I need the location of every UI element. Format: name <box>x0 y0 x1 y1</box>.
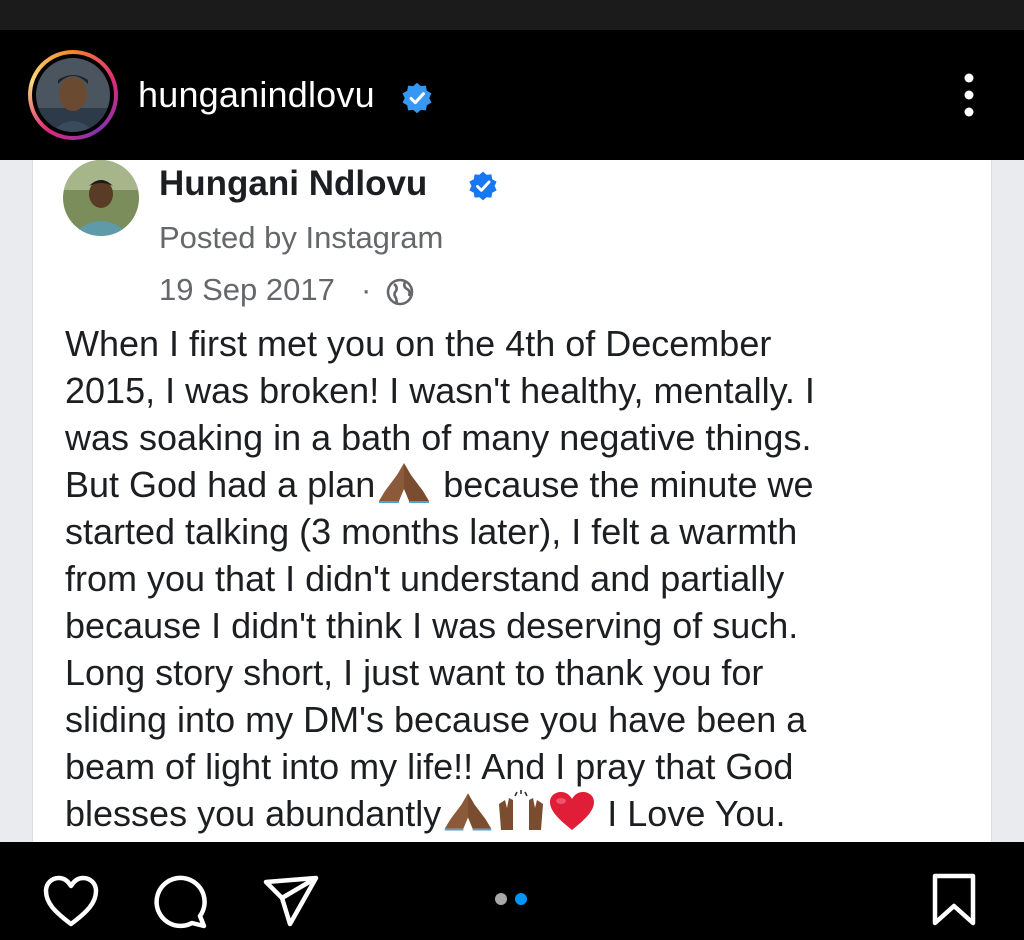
body-line: Long story short, I just want to thank y… <box>65 652 764 693</box>
body-line: But God had a plan because the minute we <box>65 461 965 508</box>
author-name[interactable]: Hungani Ndlovu <box>159 164 427 204</box>
body-text: But God had a plan <box>65 464 376 505</box>
globe-icon <box>386 278 414 306</box>
red-heart-icon <box>550 792 595 830</box>
carousel-indicator <box>495 893 535 907</box>
date-separator: · <box>361 272 372 307</box>
body-text: I Love You. <box>597 793 786 834</box>
comment-icon[interactable] <box>152 874 210 930</box>
body-line: because I didn't think I was deserving o… <box>65 605 799 646</box>
verified-badge-icon <box>469 171 497 201</box>
body-text: because the minute we <box>433 464 814 505</box>
body-line: started talking (3 months later), I felt… <box>65 511 798 552</box>
body-line: from you that I didn't understand and pa… <box>65 558 785 599</box>
post-header: hunganindlovu <box>0 30 1024 160</box>
more-vertical-icon[interactable] <box>952 70 986 120</box>
post-date: 19 Sep 2017 <box>159 272 335 307</box>
body-line: blesses you abundantly I Love You. <box>65 790 965 837</box>
bookmark-icon[interactable] <box>930 872 978 928</box>
body-line: beam of light into my life!! And I pray … <box>65 746 794 787</box>
body-line: was soaking in a bath of many negative t… <box>65 417 812 458</box>
raised-hands-icon <box>499 790 544 830</box>
body-line: 2015, I was broken! I wasn't healthy, me… <box>65 370 815 411</box>
body-text: blesses you abundantly <box>65 793 442 834</box>
facebook-post-card: Hungani Ndlovu Posted by Instagram 19 Se… <box>32 160 992 842</box>
post-action-bar <box>0 842 1024 940</box>
post-body: When I first met you on the 4th of Decem… <box>65 320 965 837</box>
body-line: When I first met you on the 4th of Decem… <box>65 323 772 364</box>
praying-hands-icon <box>379 463 430 503</box>
posted-by-label: Posted by Instagram <box>159 220 444 255</box>
send-icon[interactable] <box>262 874 320 930</box>
carousel-dot-active <box>515 893 527 905</box>
heart-icon[interactable] <box>42 874 100 928</box>
body-line: sliding into my DM's because you have be… <box>65 699 807 740</box>
author-avatar <box>63 160 139 236</box>
carousel-dot <box>495 893 507 905</box>
status-bar <box>0 0 1024 30</box>
username[interactable]: hunganindlovu <box>138 74 375 116</box>
verified-badge-icon <box>402 82 432 114</box>
praying-hands-icon <box>444 793 492 831</box>
profile-avatar[interactable] <box>28 50 118 140</box>
post-image[interactable]: Hungani Ndlovu Posted by Instagram 19 Se… <box>0 160 1024 842</box>
